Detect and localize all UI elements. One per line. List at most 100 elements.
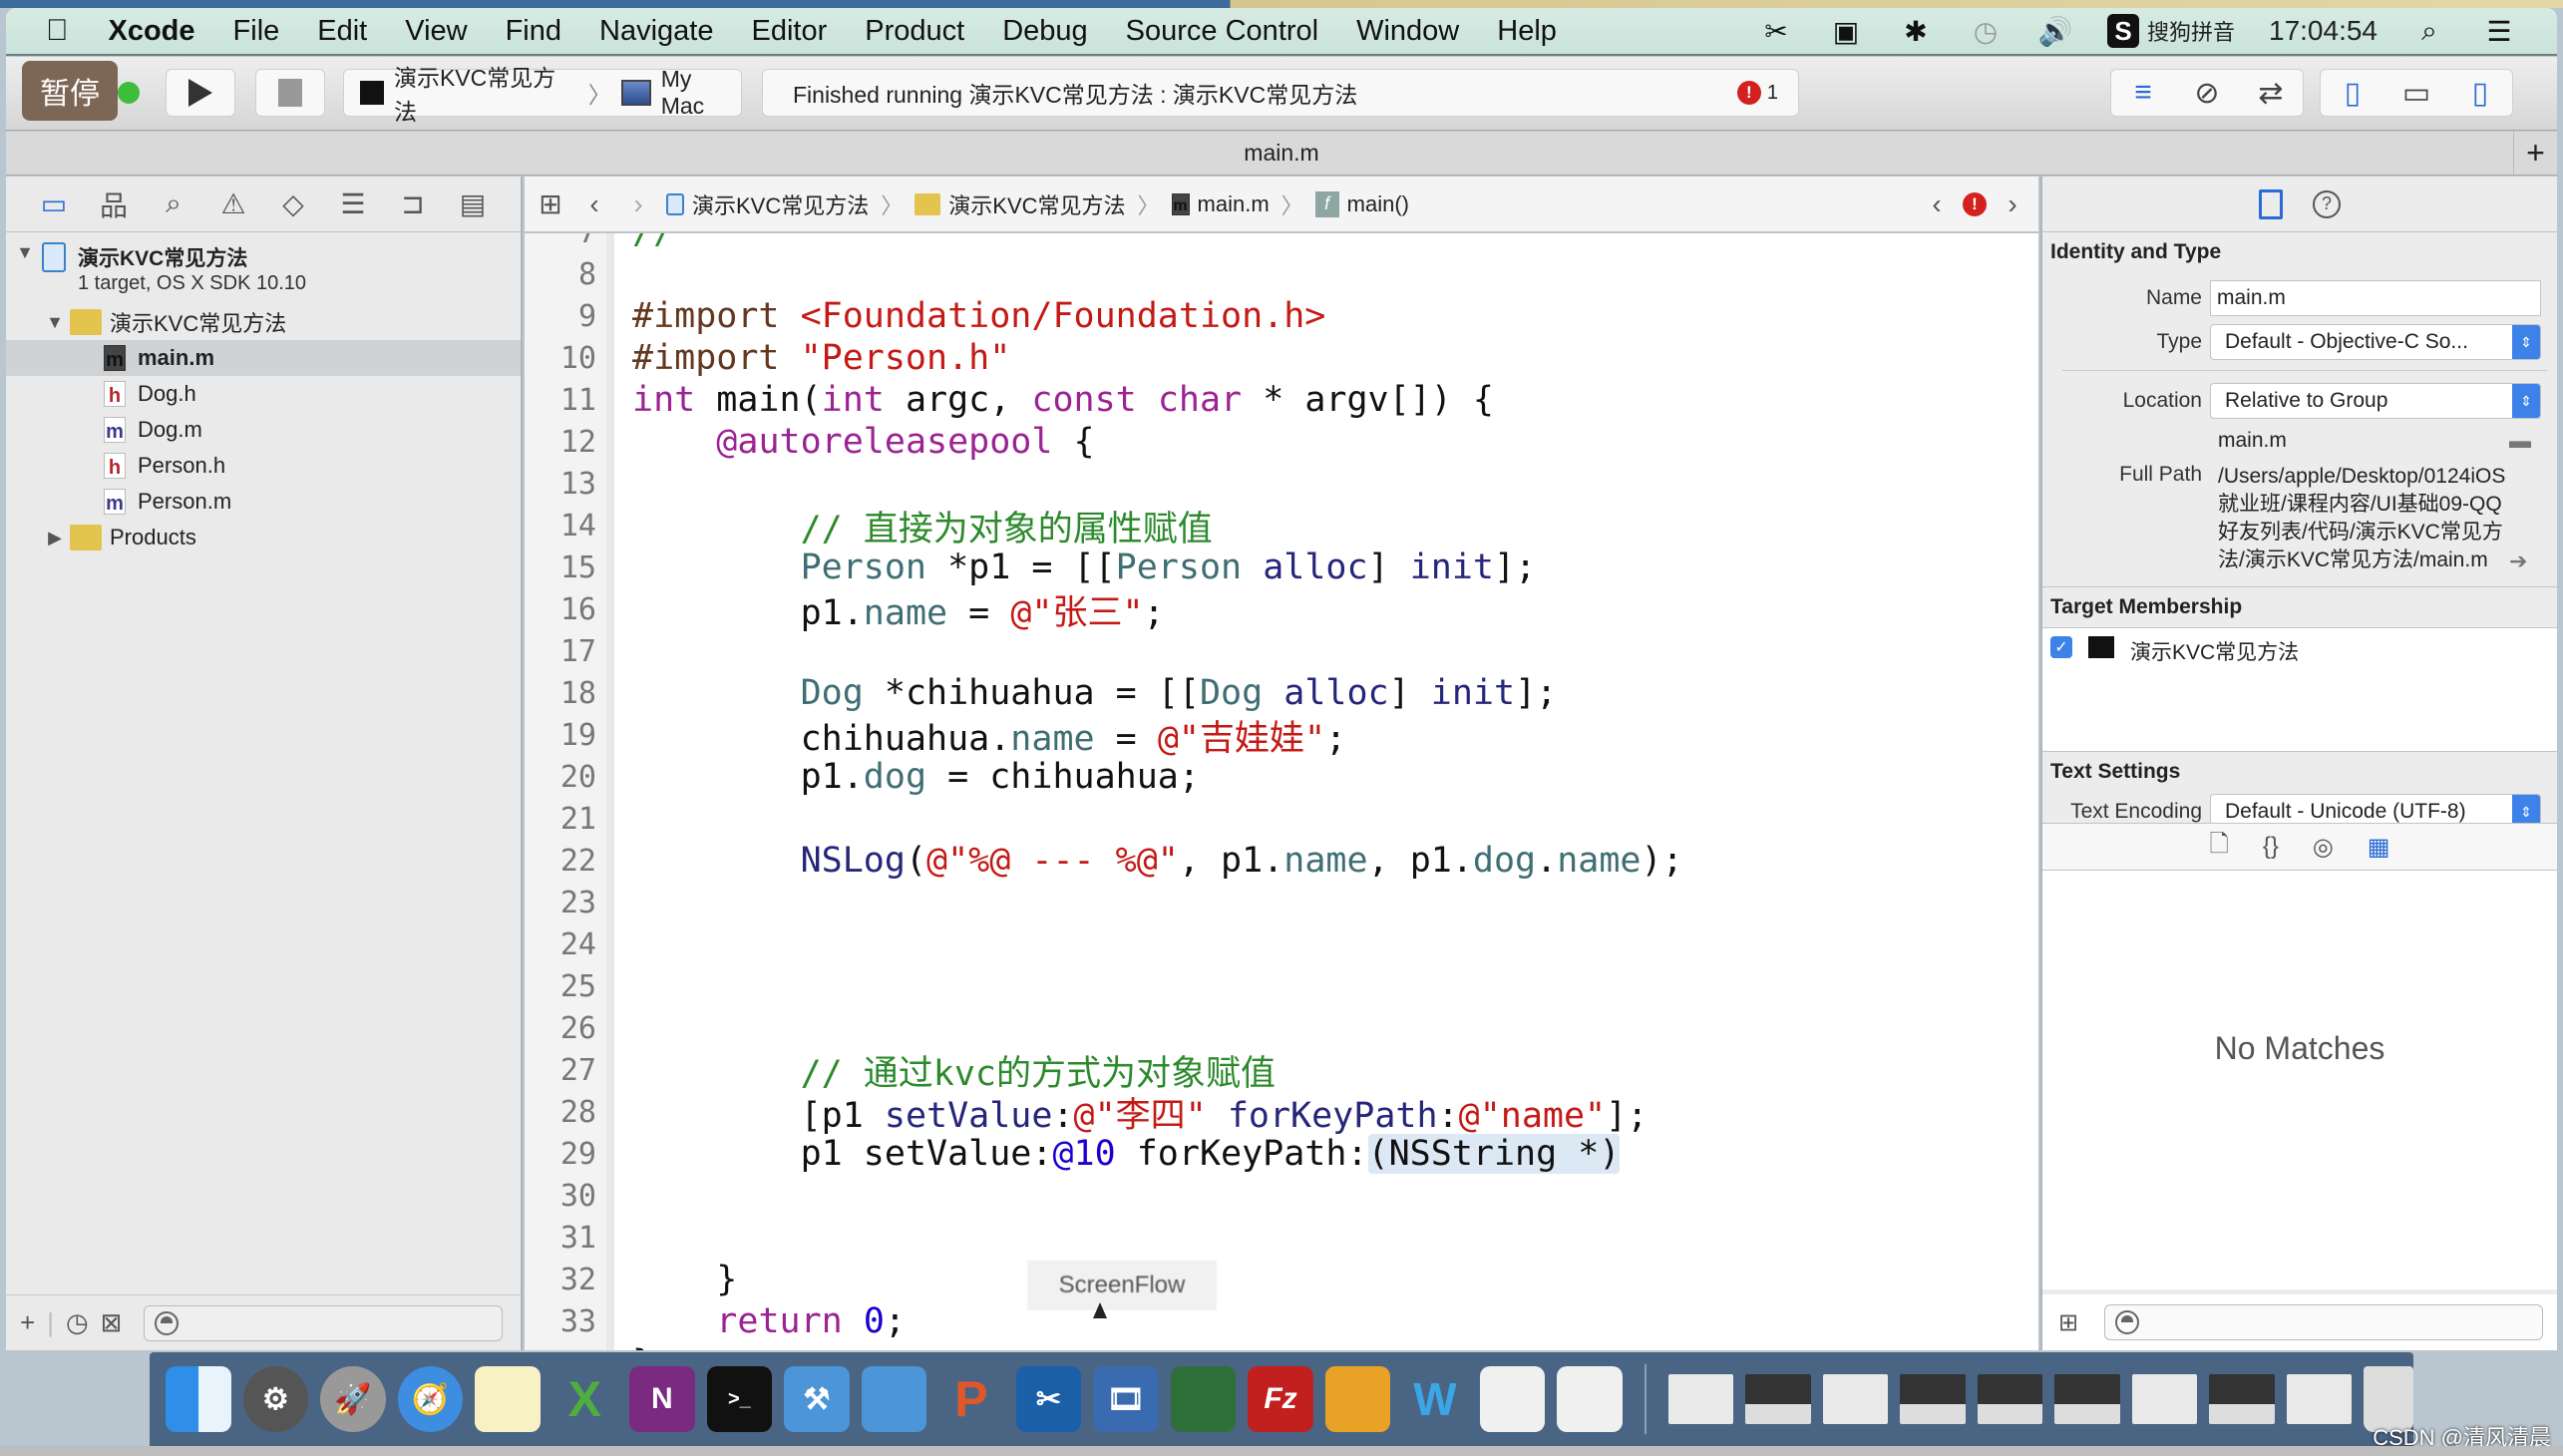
scissors-status-icon[interactable]: ✂ [1758,13,1794,49]
code-line[interactable]: 21 [525,798,1683,840]
word-icon[interactable]: W [1402,1366,1468,1432]
code-line[interactable]: 17 [525,630,1683,672]
code-line[interactable]: 11 int main(int argc, const char * argv[]… [525,379,1683,421]
sketch-tool-icon[interactable] [1324,1366,1391,1432]
reveal-in-finder-icon[interactable]: ➔ [2509,548,2527,574]
onenote-icon[interactable]: N [629,1366,695,1432]
volume-icon[interactable]: 🔊 [2037,13,2073,49]
finder-icon[interactable] [166,1366,231,1432]
grid-view-icon[interactable]: ⊞ [2058,1308,2078,1337]
apple-menu-icon[interactable]:  [46,14,69,48]
test-diamond-icon[interactable]: ◇ [275,187,311,220]
instruments-icon[interactable] [1170,1366,1237,1432]
menu-edit[interactable]: Edit [317,15,367,48]
standard-editor-icon[interactable]: ≡ [2111,76,2175,110]
input-method-label[interactable]: 搜狗拼音 [2147,15,2235,47]
code-line[interactable]: 30 [525,1175,1683,1217]
code-line[interactable]: 28 [p1 setValue:@"李四" forKeyPath:@"name"… [525,1091,1683,1136]
symbol-hierarchy-icon[interactable]: 品 [96,184,132,224]
code-line[interactable]: 31 [525,1217,1683,1259]
simulator-icon[interactable] [861,1366,927,1432]
code-text[interactable]: [p1 setValue:@"李四" forKeyPath:@"name"]; [596,1087,1648,1138]
debug-list-icon[interactable]: ☰ [335,187,371,220]
navigator-filter-input[interactable] [144,1304,504,1341]
code-line[interactable]: 24 [525,923,1683,965]
code-line[interactable]: 20 p1.dog = chihuahua; [525,756,1683,798]
choose-folder-icon[interactable]: ▬ [2509,428,2531,454]
source-editor[interactable]: 7//89#import <Foundation/Foundation.h>10… [525,233,2038,1350]
menu-window[interactable]: Window [1356,15,1459,48]
code-line[interactable]: 14 // 直接为对象的属性赋值 [525,505,1683,549]
code-text[interactable]: int main(int argc, const char * argv[]) … [596,380,1494,420]
type-select[interactable]: Default - Objective-C So... ⇕ [2210,324,2541,360]
safari-icon[interactable]: 🧭 [397,1366,464,1432]
code-text[interactable]: // 直接为对象的属性赋值 [596,501,1213,551]
minimized-window[interactable] [2286,1374,2353,1424]
code-line[interactable]: 22 NSLog(@"%@ --- %@", p1.name, p1.dog.n… [525,840,1683,882]
code-line[interactable]: 8 [525,253,1683,295]
screenflow-icon[interactable]: 🎞 [1093,1366,1159,1432]
menu-app-xcode[interactable]: Xcode [109,15,195,48]
breadcrumb-function[interactable]: f main() [1314,190,1409,217]
system-preferences-icon[interactable]: ⚙ [242,1366,309,1432]
navigator-toggle-icon[interactable]: ▯ [2321,76,2384,111]
file-template-library-icon[interactable]: 🗋 [2210,827,2229,868]
notes-icon[interactable] [475,1366,541,1432]
tab-main-m[interactable]: main.m [1244,140,1318,167]
run-button[interactable] [166,69,235,117]
terminal-icon[interactable]: >_ [706,1366,773,1432]
report-bubble-icon[interactable]: ▤ [455,187,491,220]
bluetooth-icon[interactable]: ✱ [1898,13,1934,49]
xcode-icon[interactable]: ⚒ [784,1366,850,1432]
file-row-person-m[interactable]: m Person.m [6,484,521,520]
code-line[interactable]: 23 [525,882,1683,923]
code-text[interactable]: // [596,233,674,252]
scheme-selector[interactable]: 演示KVC常见方法 〉 My Mac [343,65,742,125]
code-line[interactable]: 9 #import <Foundation/Foundation.h> [525,295,1683,337]
target-checkbox[interactable]: ✓ [2050,636,2072,658]
project-row[interactable]: ▼ 演示KVC常见方法 1 target, OS X SDK 10.10 [6,238,521,304]
breadcrumb-group[interactable]: 演示KVC常见方法 [915,188,1126,220]
text-encoding-select[interactable]: Default - Unicode (UTF-8) ⇕ [2210,794,2541,823]
menu-editor[interactable]: Editor [751,15,827,48]
minimized-window[interactable] [2131,1374,2198,1424]
search-icon[interactable]: ⌕ [156,187,191,220]
launchpad-icon[interactable]: 🚀 [320,1366,386,1432]
disclosure-open-icon[interactable]: ▼ [14,242,36,263]
menu-navigate[interactable]: Navigate [599,15,713,48]
folder-icon[interactable]: ▭ [36,187,72,220]
time-machine-icon[interactable]: ◷ [1968,13,2004,49]
code-line[interactable]: 12 @autoreleasepool { [525,421,1683,463]
code-text[interactable]: p1.name = @"张三"; [596,584,1165,635]
code-text[interactable]: NSLog(@"%@ --- %@", p1.name, p1.dog.name… [596,841,1683,881]
add-file-icon[interactable]: + [20,1307,35,1338]
menu-debug[interactable]: Debug [1002,15,1087,48]
code-snippet-library-icon[interactable]: {} [2263,833,2279,861]
powerpoint-icon[interactable]: P [938,1366,1004,1432]
related-items-icon[interactable]: ⊞ [535,187,566,220]
version-editor-icon[interactable]: ⇄ [2239,76,2303,111]
previous-issue-icon[interactable]: ‹ [1921,188,1953,220]
breakpoint-tag-icon[interactable]: ⊐ [395,187,431,220]
filezilla-icon[interactable]: Fz [1248,1366,1313,1432]
menu-product[interactable]: Product [865,15,964,48]
minimized-window[interactable] [2209,1374,2275,1424]
instruments-doc-icon[interactable] [1479,1366,1546,1432]
code-text[interactable]: Person *p1 = [[Person alloc] init]; [596,547,1537,587]
notification-center-icon[interactable]: ☰ [2481,13,2517,49]
stop-button[interactable] [255,69,325,117]
sogou-input-icon[interactable]: S [2106,14,2139,48]
file-row-dog-m[interactable]: m Dog.m [6,412,521,448]
screen-record-icon[interactable]: ▣ [1828,13,1864,49]
menu-source-control[interactable]: Source Control [1126,15,1318,48]
code-text[interactable]: @autoreleasepool { [596,422,1094,462]
excel-icon[interactable]: X [552,1366,618,1432]
group-row[interactable]: ▼ 演示KVC常见方法 [6,304,521,340]
spotlight-search-icon[interactable]: ⌕ [2411,13,2447,49]
code-text[interactable]: Dog *chihuahua = [[Dog alloc] init]; [596,673,1558,713]
warning-icon[interactable]: ⚠ [215,187,251,220]
forward-arrow-icon[interactable]: › [622,188,654,220]
code-text[interactable]: return 0; [596,1301,906,1341]
code-text[interactable]: #import "Person.h" [596,338,1010,378]
assistant-editor-icon[interactable]: ⊘ [2175,76,2239,111]
